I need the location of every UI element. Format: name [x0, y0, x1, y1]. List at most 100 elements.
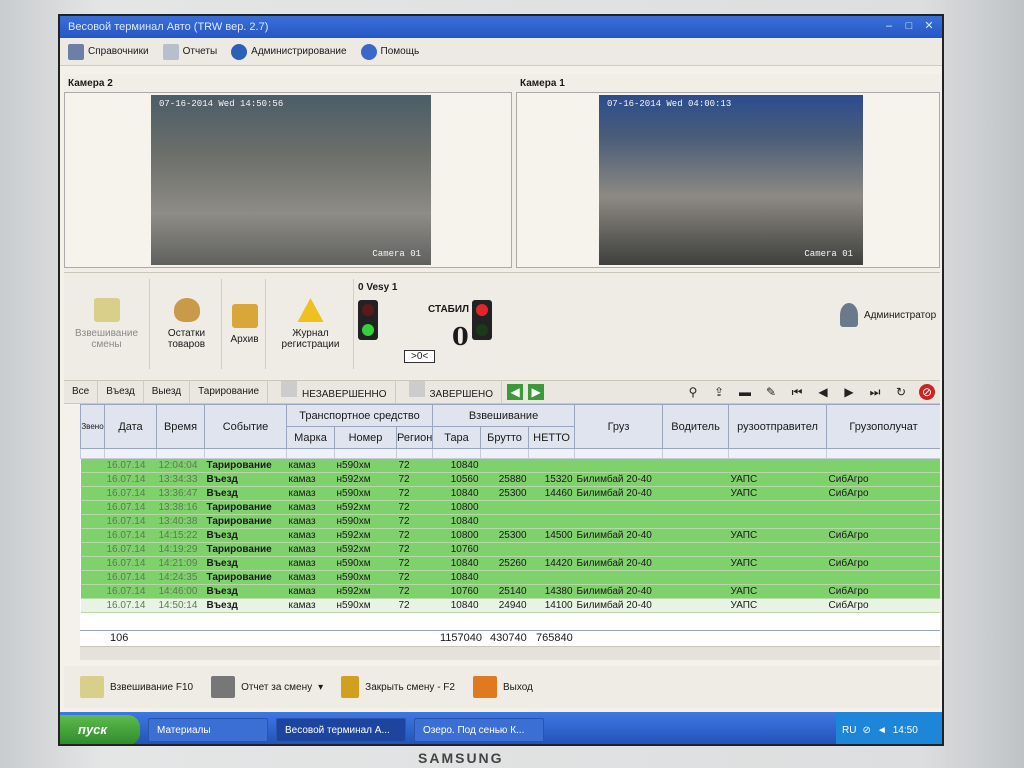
cell-time[interactable]: 14:24:35: [156, 570, 205, 585]
filter-cell[interactable]: [528, 448, 576, 459]
cell-date[interactable]: 16.07.14: [104, 458, 157, 473]
cell-empty[interactable]: [80, 542, 105, 557]
cell-region[interactable]: 72: [396, 514, 433, 529]
cell-region[interactable]: 72: [396, 570, 433, 585]
cell-tare[interactable]: 10840: [432, 458, 481, 473]
cell-net[interactable]: 14100: [528, 598, 575, 613]
cell-gross[interactable]: 25300: [480, 528, 529, 543]
cell-number[interactable]: н592хм: [334, 584, 397, 599]
cell-empty[interactable]: [662, 500, 729, 515]
cell-empty[interactable]: [662, 514, 729, 529]
cell-cargo[interactable]: [574, 458, 663, 473]
prev-page-icon[interactable]: ◀: [507, 384, 524, 400]
filter-cell[interactable]: [432, 448, 482, 459]
weigh-f10-button[interactable]: Взвешивание F10: [80, 676, 193, 698]
table-row[interactable]: 16.07.14 13:38:16 Тарирование камаз н592хм 72…: [80, 500, 940, 515]
menu-help[interactable]: Помощь: [360, 43, 419, 60]
cell-shipper[interactable]: УАПС: [728, 598, 827, 613]
cell-region[interactable]: 72: [396, 556, 433, 571]
cell-time[interactable]: 13:34:33: [156, 472, 205, 487]
table-row[interactable]: 16.07.14 14:46:00 Въезд камаз н592хм 72 10760 2…: [80, 584, 940, 599]
cell-consignee[interactable]: СибАгро: [826, 598, 940, 613]
cell-consignee[interactable]: СибАгро: [826, 486, 940, 501]
cell-event[interactable]: Тарирование: [204, 500, 287, 515]
cell-time[interactable]: 13:38:16: [156, 500, 205, 515]
filter-cell[interactable]: [826, 448, 940, 459]
cell-event[interactable]: Въезд: [204, 472, 287, 487]
cell-consignee[interactable]: [826, 514, 940, 529]
cell-region[interactable]: 72: [396, 486, 433, 501]
table-row[interactable]: 16.07.14 14:19:29 Тарирование камаз н592хм 72…: [80, 542, 940, 557]
cell-make[interactable]: камаз: [286, 458, 335, 473]
cell-empty[interactable]: [80, 472, 105, 487]
cell-event[interactable]: Въезд: [204, 528, 287, 543]
filter-cell[interactable]: [728, 448, 828, 459]
driver-header[interactable]: Водитель: [662, 404, 730, 449]
cell-gross[interactable]: [480, 514, 529, 529]
cell-empty[interactable]: [80, 528, 105, 543]
consignee-header[interactable]: Грузополучат: [826, 404, 940, 449]
cell-number[interactable]: н590хм: [334, 556, 397, 571]
maximize-icon[interactable]: □: [902, 19, 916, 33]
cell-event[interactable]: Тарирование: [204, 570, 287, 585]
close-shift-button[interactable]: Закрыть смену - F2: [341, 676, 455, 698]
horizontal-scrollbar[interactable]: [80, 646, 940, 660]
cell-empty[interactable]: [662, 584, 729, 599]
next-record-icon[interactable]: ▶: [841, 384, 857, 400]
make-header[interactable]: Марка: [286, 426, 335, 449]
menu-references[interactable]: Справочники: [68, 43, 149, 60]
cell-date[interactable]: 16.07.14: [104, 542, 157, 557]
filter-cell[interactable]: [480, 448, 530, 459]
cell-make[interactable]: камаз: [286, 500, 335, 515]
cell-tare[interactable]: 10760: [432, 542, 481, 557]
cell-shipper[interactable]: [728, 458, 827, 473]
menu-reports[interactable]: Отчеты: [162, 43, 217, 60]
cell-make[interactable]: камаз: [286, 528, 335, 543]
cell-event[interactable]: Въезд: [204, 486, 287, 501]
net-header[interactable]: НЕТТО: [528, 426, 576, 449]
cell-empty[interactable]: [80, 556, 105, 571]
cell-consignee[interactable]: [826, 458, 940, 473]
cell-number[interactable]: н592хм: [334, 500, 397, 515]
time-header[interactable]: Время: [156, 404, 205, 449]
cell-net[interactable]: 14420: [528, 556, 575, 571]
task-weighing-terminal[interactable]: Весовой терминал А...: [276, 718, 406, 742]
cell-tare[interactable]: 10800: [432, 528, 481, 543]
tab-incomplete[interactable]: НЕЗАВЕРШЕННО: [268, 381, 396, 403]
cell-event[interactable]: Въезд: [204, 584, 287, 599]
cell-net[interactable]: [528, 542, 575, 557]
cell-consignee[interactable]: [826, 542, 940, 557]
cell-make[interactable]: камаз: [286, 584, 335, 599]
cell-cargo[interactable]: Билимбай 20-40: [574, 486, 663, 501]
shipper-header[interactable]: рузоотправител: [728, 404, 828, 449]
cell-make[interactable]: камаз: [286, 556, 335, 571]
cell-tare[interactable]: 10560: [432, 472, 481, 487]
cell-net[interactable]: [528, 570, 575, 585]
cell-cargo[interactable]: [574, 542, 663, 557]
tare-header[interactable]: Тара: [432, 426, 482, 449]
cell-region[interactable]: 72: [396, 528, 433, 543]
cell-region[interactable]: 72: [396, 584, 433, 599]
cell-gross[interactable]: 24940: [480, 598, 529, 613]
cell-date[interactable]: 16.07.14: [104, 556, 157, 571]
filter-cell[interactable]: [395, 448, 434, 459]
cell-number[interactable]: н590хм: [334, 486, 397, 501]
filter-cell[interactable]: [204, 448, 287, 459]
table-row[interactable]: 16.07.14 13:36:47 Въезд камаз н590хм 72 10840 2…: [80, 486, 940, 501]
cell-time[interactable]: 13:40:38: [156, 514, 205, 529]
goods-balance-button[interactable]: Остатки товаров: [152, 279, 222, 369]
cell-region[interactable]: 72: [396, 500, 433, 515]
cell-shipper[interactable]: [728, 542, 827, 557]
cell-date[interactable]: 16.07.14: [104, 500, 157, 515]
cell-date[interactable]: 16.07.14: [104, 584, 157, 599]
table-row[interactable]: 16.07.14 14:15:22 Въезд камаз н592хм 72 10800 2…: [80, 528, 940, 543]
cell-empty[interactable]: [662, 542, 729, 557]
cell-net[interactable]: 14380: [528, 584, 575, 599]
cell-time[interactable]: 14:50:14: [156, 598, 205, 613]
network-icon[interactable]: ⊘: [862, 725, 870, 736]
cell-number[interactable]: н592хм: [334, 472, 397, 487]
cell-date[interactable]: 16.07.14: [104, 570, 157, 585]
archive-button[interactable]: Архив: [224, 279, 266, 369]
cell-net[interactable]: 14500: [528, 528, 575, 543]
volume-icon[interactable]: ◄: [877, 725, 887, 736]
